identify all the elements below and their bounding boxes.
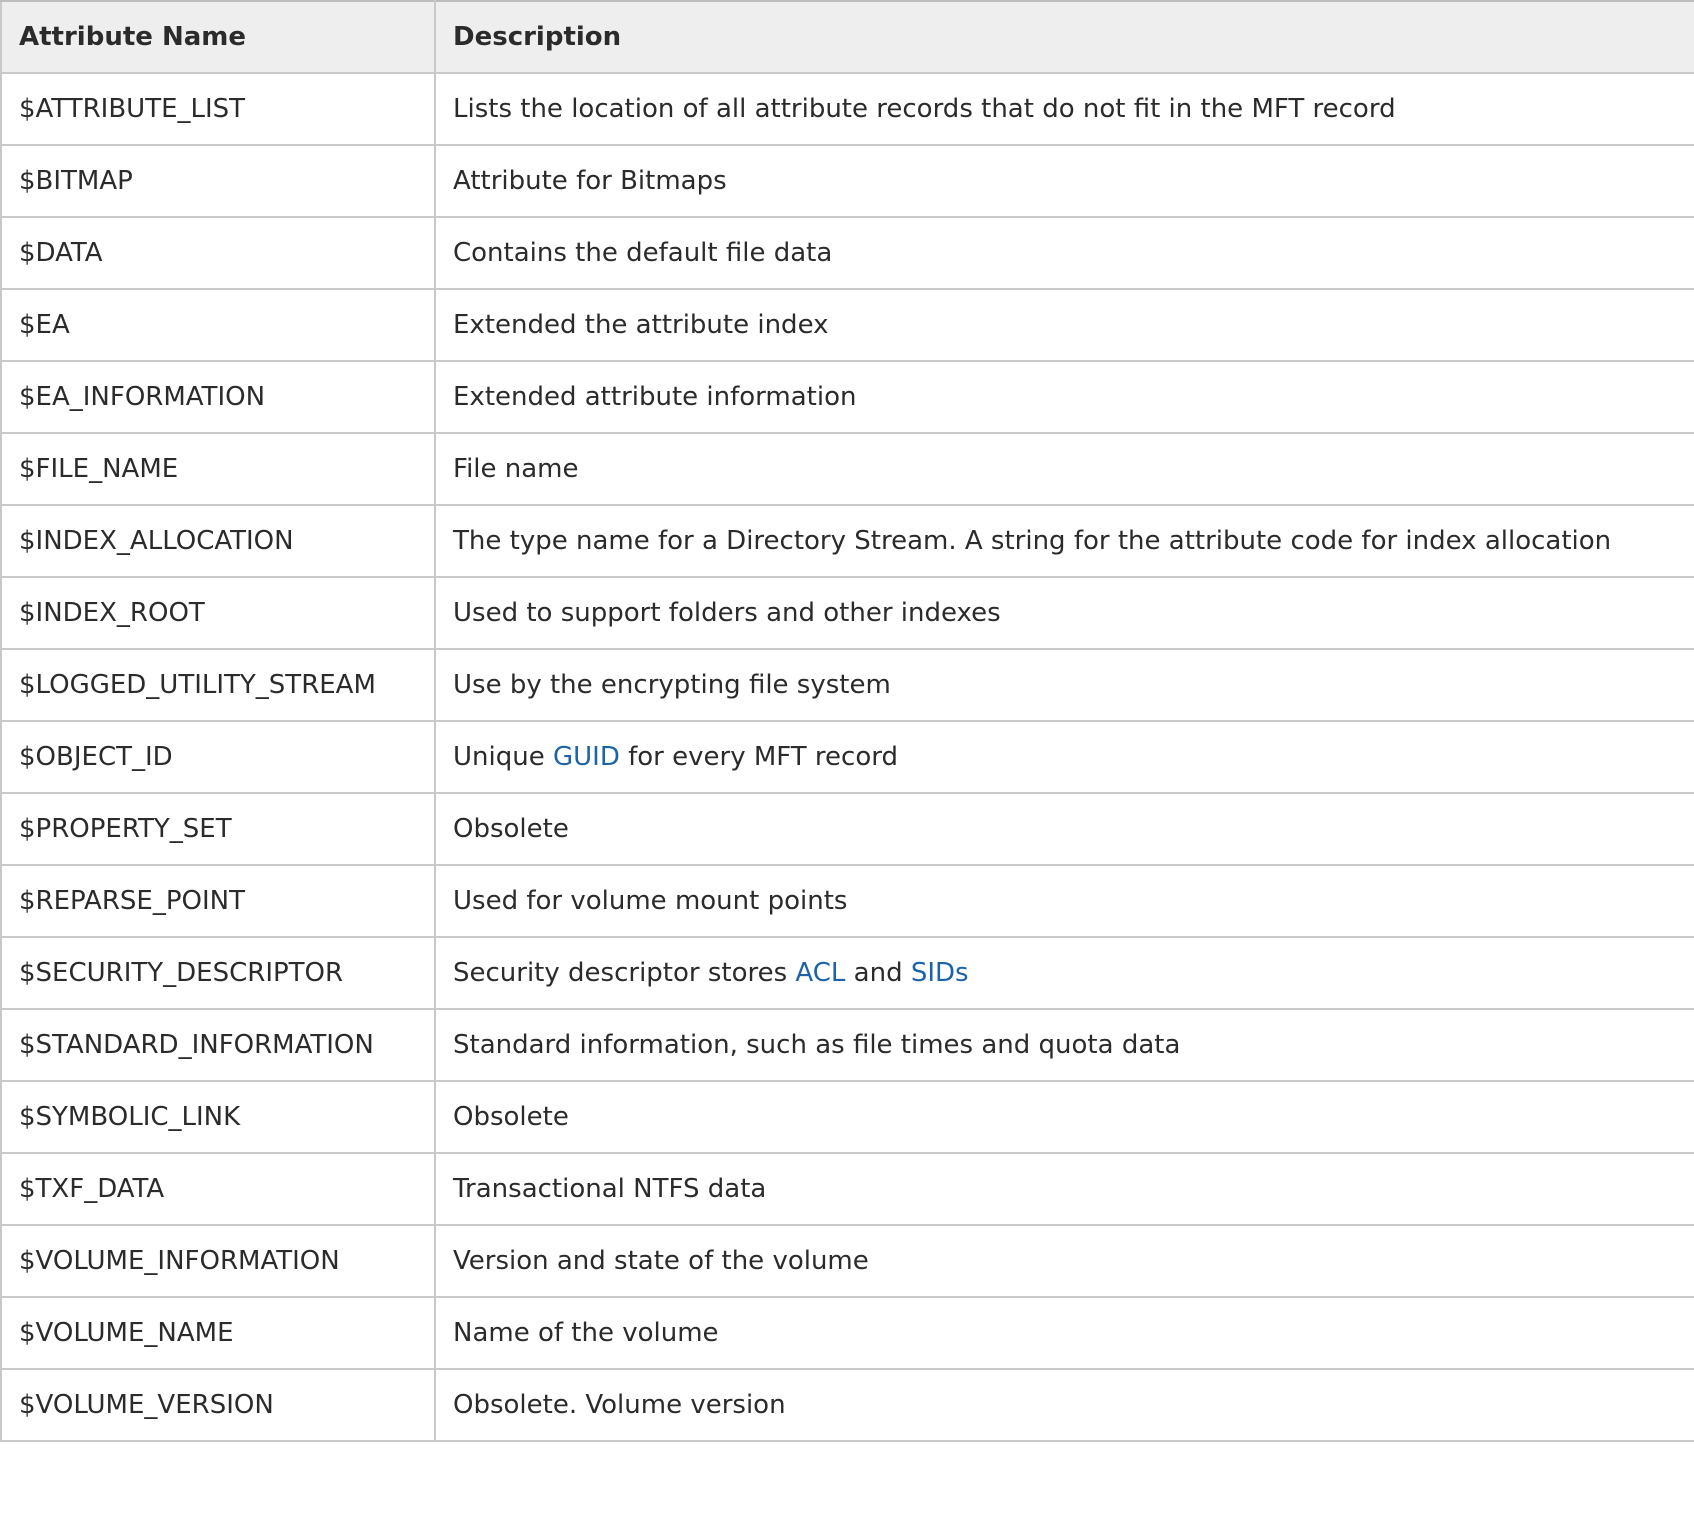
description-link[interactable]: ACL bbox=[795, 958, 845, 988]
description-cell: Version and state of the volume bbox=[434, 1224, 1694, 1298]
description-text: Use by the encrypting file system bbox=[453, 670, 891, 700]
attribute-name-cell: $SYMBOLIC_LINK bbox=[0, 1080, 436, 1154]
attribute-name-cell: $INDEX_ROOT bbox=[0, 576, 436, 650]
attribute-table: Attribute Name Description $ATTRIBUTE_LI… bbox=[0, 0, 1694, 1442]
description-text: Lists the location of all attribute reco… bbox=[453, 94, 1396, 124]
description-cell: File name bbox=[434, 432, 1694, 506]
description-text: and bbox=[845, 958, 911, 988]
attribute-name-cell: $EA_INFORMATION bbox=[0, 360, 436, 434]
table-row: $FILE_NAME File name bbox=[0, 432, 1694, 506]
description-cell: Contains the default file data bbox=[434, 216, 1694, 290]
table-row: $DATA Contains the default file data bbox=[0, 216, 1694, 290]
description-cell: Standard information, such as file times… bbox=[434, 1008, 1694, 1082]
description-text: Used to support folders and other indexe… bbox=[453, 598, 1001, 628]
table-row: $STANDARD_INFORMATION Standard informatio… bbox=[0, 1008, 1694, 1082]
table-row: $SECURITY_DESCRIPTOR Security descriptor … bbox=[0, 936, 1694, 1010]
description-text: Extended the attribute index bbox=[453, 310, 829, 340]
attribute-name-cell: $OBJECT_ID bbox=[0, 720, 436, 794]
attribute-name-cell: $VOLUME_NAME bbox=[0, 1296, 436, 1370]
description-text: Obsolete bbox=[453, 814, 569, 844]
description-link[interactable]: GUID bbox=[553, 742, 620, 772]
table-row: $TXF_DATA Transactional NTFS data bbox=[0, 1152, 1694, 1226]
table-row: $ATTRIBUTE_LIST Lists the location of all… bbox=[0, 72, 1694, 146]
description-text: The type name for a Directory Stream. A … bbox=[453, 526, 1612, 556]
attribute-name-cell: $VOLUME_VERSION bbox=[0, 1368, 436, 1442]
description-text: Standard information, such as file times… bbox=[453, 1030, 1181, 1060]
description-cell: Extended the attribute index bbox=[434, 288, 1694, 362]
attribute-name-cell: $TXF_DATA bbox=[0, 1152, 436, 1226]
description-cell: Security descriptor stores ACL and SIDs bbox=[434, 936, 1694, 1010]
table-row: $EA_INFORMATION Extended attribute inform… bbox=[0, 360, 1694, 434]
description-cell: Transactional NTFS data bbox=[434, 1152, 1694, 1226]
description-link[interactable]: SIDs bbox=[911, 958, 969, 988]
table-row: $INDEX_ROOT Used to support folders and o… bbox=[0, 576, 1694, 650]
description-cell: Use by the encrypting file system bbox=[434, 648, 1694, 722]
table-row: $SYMBOLIC_LINK Obsolete bbox=[0, 1080, 1694, 1154]
attribute-name-cell: $BITMAP bbox=[0, 144, 436, 218]
description-text: Contains the default file data bbox=[453, 238, 833, 268]
attribute-table-container: Attribute Name Description $ATTRIBUTE_LI… bbox=[0, 0, 1694, 1520]
attribute-name-cell: $ATTRIBUTE_LIST bbox=[0, 72, 436, 146]
table-header-row: Attribute Name Description bbox=[0, 0, 1694, 74]
table-row: $REPARSE_POINT Used for volume mount poin… bbox=[0, 864, 1694, 938]
description-cell: Obsolete bbox=[434, 1080, 1694, 1154]
table-row: $INDEX_ALLOCATION The type name for a Dir… bbox=[0, 504, 1694, 578]
description-cell: Used to support folders and other indexe… bbox=[434, 576, 1694, 650]
description-text: Security descriptor stores bbox=[453, 958, 796, 988]
description-text: Obsolete bbox=[453, 1102, 569, 1132]
attribute-name-cell: $LOGGED_UTILITY_STREAM bbox=[0, 648, 436, 722]
description-cell: Obsolete. Volume version bbox=[434, 1368, 1694, 1442]
table-row: $VOLUME_VERSION Obsolete. Volume version bbox=[0, 1368, 1694, 1442]
table-row: $LOGGED_UTILITY_STREAM Use by the encrypt… bbox=[0, 648, 1694, 722]
description-cell: The type name for a Directory Stream. A … bbox=[434, 504, 1694, 578]
description-text: Transactional NTFS data bbox=[453, 1174, 767, 1204]
table-row: $VOLUME_NAME Name of the volume bbox=[0, 1296, 1694, 1370]
header-description: Description bbox=[434, 0, 1694, 74]
attribute-name-cell: $DATA bbox=[0, 216, 436, 290]
description-cell: Attribute for Bitmaps bbox=[434, 144, 1694, 218]
attribute-name-cell: $INDEX_ALLOCATION bbox=[0, 504, 436, 578]
description-text: Unique bbox=[453, 742, 553, 772]
description-text: File name bbox=[453, 454, 579, 484]
table-row: $EA Extended the attribute index bbox=[0, 288, 1694, 362]
attribute-name-cell: $REPARSE_POINT bbox=[0, 864, 436, 938]
description-text: Version and state of the volume bbox=[453, 1246, 869, 1276]
attribute-name-cell: $STANDARD_INFORMATION bbox=[0, 1008, 436, 1082]
description-cell: Unique GUID for every MFT record bbox=[434, 720, 1694, 794]
table-row: $OBJECT_ID Unique GUID for every MFT reco… bbox=[0, 720, 1694, 794]
description-text: Used for volume mount points bbox=[453, 886, 848, 916]
description-text: Extended attribute information bbox=[453, 382, 857, 412]
description-text: Name of the volume bbox=[453, 1318, 719, 1348]
description-text: for every MFT record bbox=[619, 742, 898, 772]
description-cell: Lists the location of all attribute reco… bbox=[434, 72, 1694, 146]
attribute-name-cell: $SECURITY_DESCRIPTOR bbox=[0, 936, 436, 1010]
attribute-name-cell: $EA bbox=[0, 288, 436, 362]
table-body: $ATTRIBUTE_LIST Lists the location of all… bbox=[0, 72, 1694, 1442]
description-text: Attribute for Bitmaps bbox=[453, 166, 727, 196]
header-attribute-name: Attribute Name bbox=[0, 0, 436, 74]
table-row: $BITMAP Attribute for Bitmaps bbox=[0, 144, 1694, 218]
description-cell: Name of the volume bbox=[434, 1296, 1694, 1370]
table-row: $PROPERTY_SET Obsolete bbox=[0, 792, 1694, 866]
description-text: Obsolete. Volume version bbox=[453, 1390, 786, 1420]
description-cell: Obsolete bbox=[434, 792, 1694, 866]
attribute-name-cell: $FILE_NAME bbox=[0, 432, 436, 506]
table-row: $VOLUME_INFORMATION Version and state of … bbox=[0, 1224, 1694, 1298]
description-cell: Used for volume mount points bbox=[434, 864, 1694, 938]
attribute-name-cell: $PROPERTY_SET bbox=[0, 792, 436, 866]
description-cell: Extended attribute information bbox=[434, 360, 1694, 434]
attribute-name-cell: $VOLUME_INFORMATION bbox=[0, 1224, 436, 1298]
